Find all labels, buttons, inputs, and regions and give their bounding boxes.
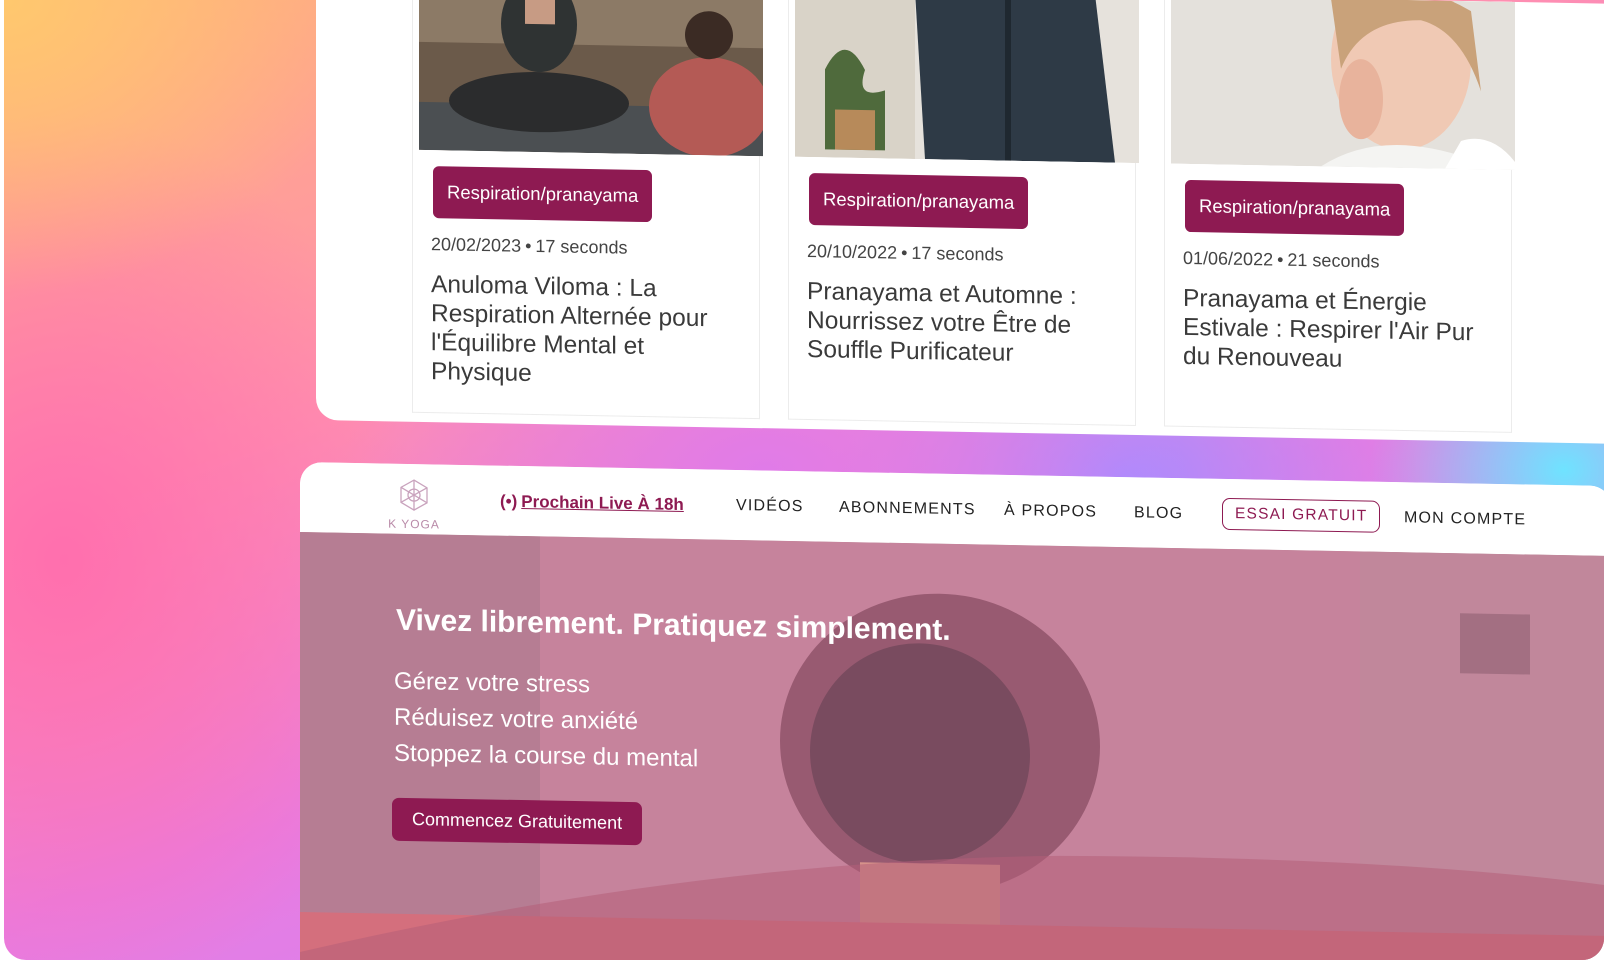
nav-a-propos[interactable]: À PROPOS — [1004, 502, 1097, 522]
category-tag[interactable]: Respiration/pranayama — [1185, 179, 1405, 236]
free-trial-button[interactable]: ESSAI GRATUIT — [1222, 497, 1381, 533]
separator-dot: • — [901, 242, 908, 263]
live-label: Prochain Live À 18h — [521, 492, 684, 515]
card-date: 20/10/2022 — [807, 240, 898, 263]
card-date: 01/06/2022 — [1183, 247, 1274, 270]
live-link[interactable]: (•) Prochain Live À 18h — [500, 492, 684, 515]
card-duration: 21 seconds — [1287, 249, 1380, 272]
hero-line-3: Stoppez la course du mental — [394, 739, 699, 773]
site-logo[interactable]: K YOGA — [384, 478, 444, 532]
hero-line-1: Gérez votre stress — [394, 667, 591, 699]
hero-line-2: Réduisez votre anxiété — [394, 703, 639, 736]
card-title[interactable]: Pranayama et Automne : Nourrissez votre … — [807, 277, 1125, 370]
card-title[interactable]: Pranayama et Énergie Estivale : Respirer… — [1183, 284, 1501, 377]
blog-card[interactable]: Respiration/pranayama 20/02/2023 • 17 seco… — [412, 0, 763, 420]
card-meta: 20/10/2022 • 17 seconds — [807, 241, 1003, 266]
screenshot-frame: Respiration/pranayama 20/02/2023 • 17 seco… — [4, 0, 1604, 960]
blog-card[interactable]: Respiration/pranayama 01/06/2022 • 21 seco… — [1164, 0, 1515, 433]
category-tag[interactable]: Respiration/pranayama — [433, 166, 653, 223]
separator-dot: • — [1277, 249, 1284, 270]
card-title[interactable]: Anuloma Viloma : La Respiration Alternée… — [431, 270, 749, 392]
card-photo — [795, 0, 1139, 164]
live-broadcast-icon: (•) — [500, 491, 518, 511]
nav-blog[interactable]: BLOG — [1134, 504, 1183, 523]
homepage-panel: K YOGA (•) Prochain Live À 18h VIDÉOS ABO… — [300, 462, 1604, 960]
nav-videos[interactable]: VIDÉOS — [736, 497, 804, 516]
card-date: 20/02/2023 — [431, 234, 522, 256]
hero-subtitle: Gérez votre stress Réduisez votre anxiét… — [394, 664, 698, 778]
logo-text: K YOGA — [388, 516, 440, 532]
category-tag[interactable]: Respiration/pranayama — [809, 173, 1029, 230]
card-photo — [419, 0, 763, 157]
card-duration: 17 seconds — [911, 242, 1004, 265]
card-meta: 01/06/2022 • 21 seconds — [1183, 248, 1379, 273]
card-meta: 20/02/2023 • 17 seconds — [431, 234, 627, 259]
separator-dot: • — [525, 235, 532, 256]
card-photo — [1171, 0, 1515, 170]
hero-banner: Vivez librement. Pratiquez simplement. G… — [300, 532, 1604, 960]
nav-mon-compte[interactable]: MON COMPTE — [1404, 509, 1526, 529]
blog-cards-panel: Respiration/pranayama 20/02/2023 • 17 seco… — [316, 0, 1604, 444]
blog-card[interactable]: Respiration/pranayama 20/10/2022 • 17 seco… — [788, 0, 1139, 427]
lotus-icon — [400, 479, 428, 511]
card-duration: 17 seconds — [535, 236, 628, 258]
start-free-button[interactable]: Commencez Gratuitement — [392, 797, 643, 846]
nav-abonnements[interactable]: ABONNEMENTS — [839, 499, 976, 520]
